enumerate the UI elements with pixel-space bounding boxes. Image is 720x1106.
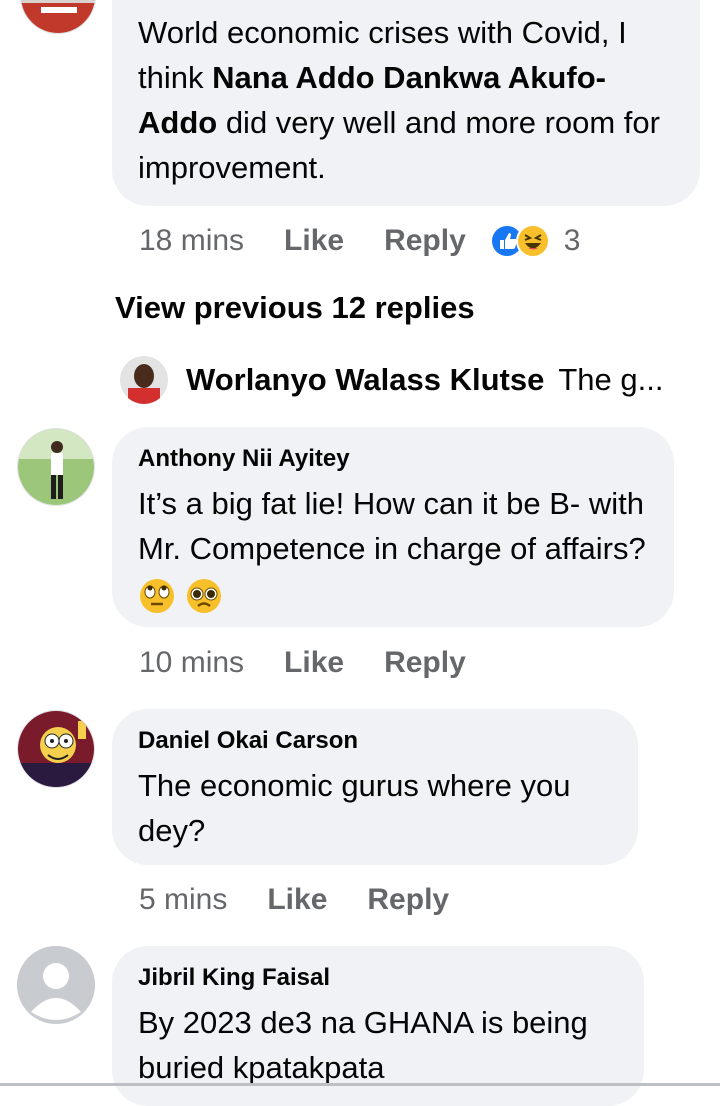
comment-text: The economic gurus where you dey?	[138, 768, 571, 848]
comment-bubble-top[interactable]: World economic crises with Covid, I thin…	[112, 0, 700, 206]
avatar-jibril[interactable]	[17, 946, 95, 1024]
pleading-face-emoji-icon	[186, 578, 221, 613]
comment-actions-top: 18 mins Like Reply 3	[139, 220, 580, 262]
like-button[interactable]: Like	[267, 883, 327, 917]
view-previous-replies-link[interactable]: View previous 12 replies	[115, 290, 475, 326]
comment-bubble[interactable]: Jibril King Faisal By 2023 de3 na GHANA …	[112, 946, 644, 1106]
comment-text: World economic crises with Covid, I thin…	[138, 10, 674, 190]
eye-roll-emoji-icon	[140, 578, 174, 613]
reaction-count: 3	[563, 224, 581, 257]
avatar-daniel[interactable]	[17, 710, 95, 788]
preview-author: Worlanyo Walass Klutse	[186, 362, 545, 397]
comment-text-part: did very well and more room for improvem…	[138, 105, 660, 185]
comment-text: By 2023 de3 na GHANA is being buried kpa…	[138, 1005, 588, 1085]
reply-button[interactable]: Reply	[367, 883, 449, 917]
comment-time: 5 mins	[139, 883, 228, 916]
comment-author[interactable]: Jibril King Faisal	[138, 964, 618, 992]
comment-actions: 10 mins Like Reply	[139, 642, 466, 684]
default-avatar-icon	[17, 946, 95, 1024]
reactions-summary[interactable]: 3	[489, 224, 581, 258]
like-button[interactable]: Like	[284, 646, 344, 680]
comment-bubble[interactable]: Daniel Okai Carson The economic gurus wh…	[112, 709, 638, 865]
avatar-anthony[interactable]	[17, 428, 95, 506]
reply-button[interactable]: Reply	[384, 646, 466, 680]
comment-text: It’s a big fat lie! How can it be B- wit…	[138, 481, 648, 616]
comment-author[interactable]: Daniel Okai Carson	[138, 727, 612, 755]
comment-author[interactable]: Anthony Nii Ayitey	[138, 445, 648, 473]
haha-reaction-icon	[515, 224, 550, 258]
like-button[interactable]: Like	[284, 224, 344, 258]
preview-snippet: The g...	[558, 362, 664, 397]
reply-button[interactable]: Reply	[384, 224, 466, 258]
comment-actions: 5 mins Like Reply	[139, 879, 449, 921]
comment-time: 10 mins	[139, 646, 245, 679]
avatar-preview-replier	[120, 356, 168, 404]
avatar-top-commenter[interactable]	[20, 0, 96, 34]
reply-preview-row[interactable]: Worlanyo Walass Klutse The g...	[120, 354, 680, 406]
comment-bubble[interactable]: Anthony Nii Ayitey It’s a big fat lie! H…	[112, 427, 674, 627]
comment-time: 18 mins	[139, 224, 245, 257]
avatar-image	[21, 0, 95, 33]
